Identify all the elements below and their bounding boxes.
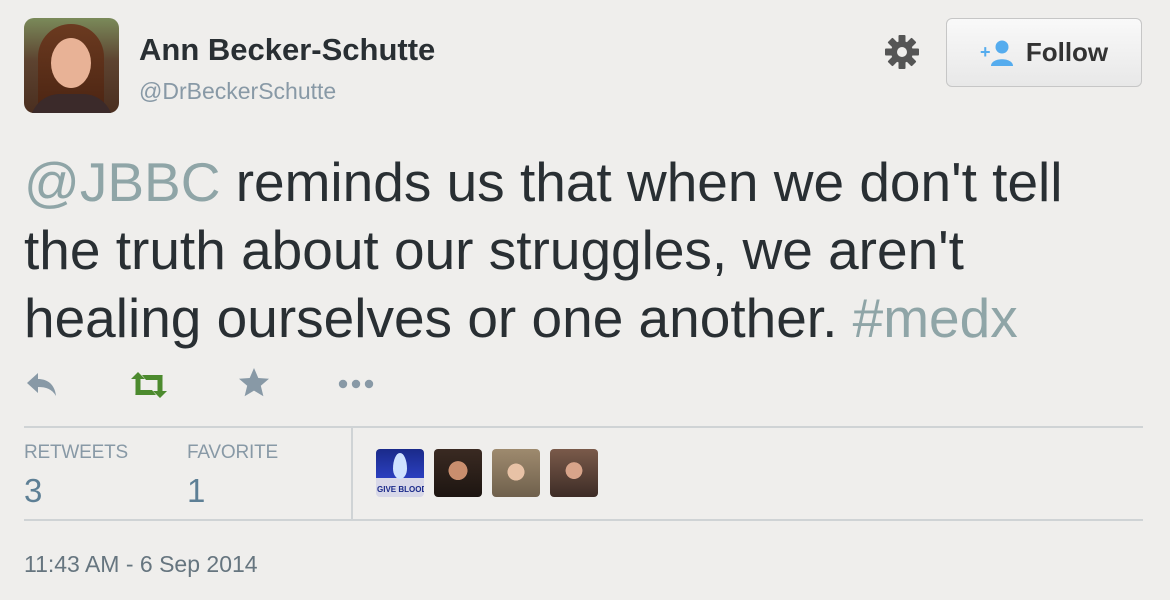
add-user-icon: + [980, 40, 1013, 66]
tweet-text: @JBBC reminds us that when we don't tell… [24, 148, 1144, 352]
retweet-icon[interactable] [128, 370, 170, 400]
engager-avatars: GIVE BLOOD [376, 449, 598, 497]
tweet-actions [24, 366, 424, 406]
engager-avatar[interactable]: GIVE BLOOD [376, 449, 424, 497]
reply-icon[interactable] [24, 366, 60, 402]
tweet-timestamp[interactable]: 11:43 AM - 6 Sep 2014 [24, 551, 258, 578]
engager-avatar[interactable] [434, 449, 482, 497]
engager-avatar[interactable] [550, 449, 598, 497]
stats-top-divider [24, 426, 1143, 428]
stats-bottom-divider [24, 519, 1143, 521]
favorites-label: FAVORITE [187, 442, 278, 463]
more-icon[interactable] [336, 374, 376, 394]
stats-vertical-divider [351, 428, 353, 520]
hashtag-link[interactable]: #medx [853, 287, 1018, 349]
retweets-count[interactable]: 3 [24, 472, 42, 510]
author-avatar[interactable] [24, 18, 119, 113]
svg-text:+: + [980, 42, 991, 62]
follow-button[interactable]: + Follow [946, 18, 1142, 87]
mention-link[interactable]: @JBBC [24, 151, 220, 213]
author-handle[interactable]: @DrBeckerSchutte [139, 78, 336, 105]
gear-icon[interactable] [884, 34, 920, 70]
author-display-name[interactable]: Ann Becker-Schutte [139, 32, 435, 68]
follow-label: Follow [1025, 37, 1109, 67]
give-blood-text: GIVE BLOOD [377, 485, 424, 494]
favorite-star-icon[interactable] [237, 366, 271, 400]
avatar-face [51, 38, 91, 88]
retweets-label: RETWEETS [24, 442, 128, 463]
blood-drop-icon [393, 453, 407, 479]
engager-avatar[interactable] [492, 449, 540, 497]
favorites-count[interactable]: 1 [187, 472, 205, 510]
